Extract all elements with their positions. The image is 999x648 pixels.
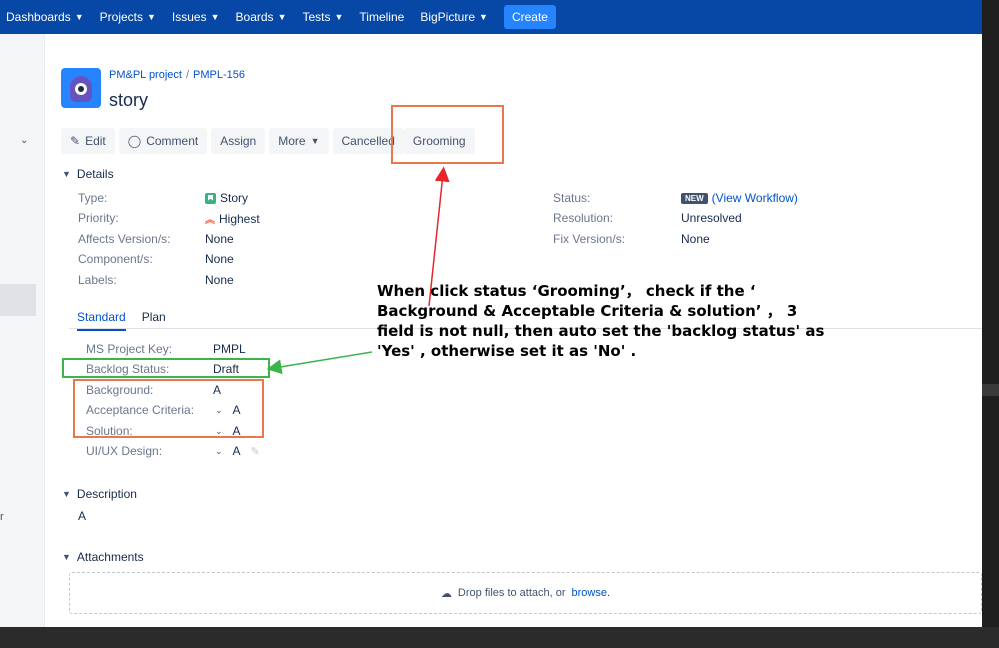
annotation-line: When click status ‘Grooming’， check if t… <box>377 282 756 300</box>
annotation-note: When click status ‘Grooming’， check if t… <box>377 281 897 361</box>
green-arrow <box>266 351 373 375</box>
annotation-line: 'Yes' , otherwise set it as 'No' . <box>377 342 637 360</box>
annotation-line: Background & Acceptable Criteria & solut… <box>377 302 798 320</box>
annotation-line: field is not null, then auto set the 'ba… <box>377 322 825 340</box>
